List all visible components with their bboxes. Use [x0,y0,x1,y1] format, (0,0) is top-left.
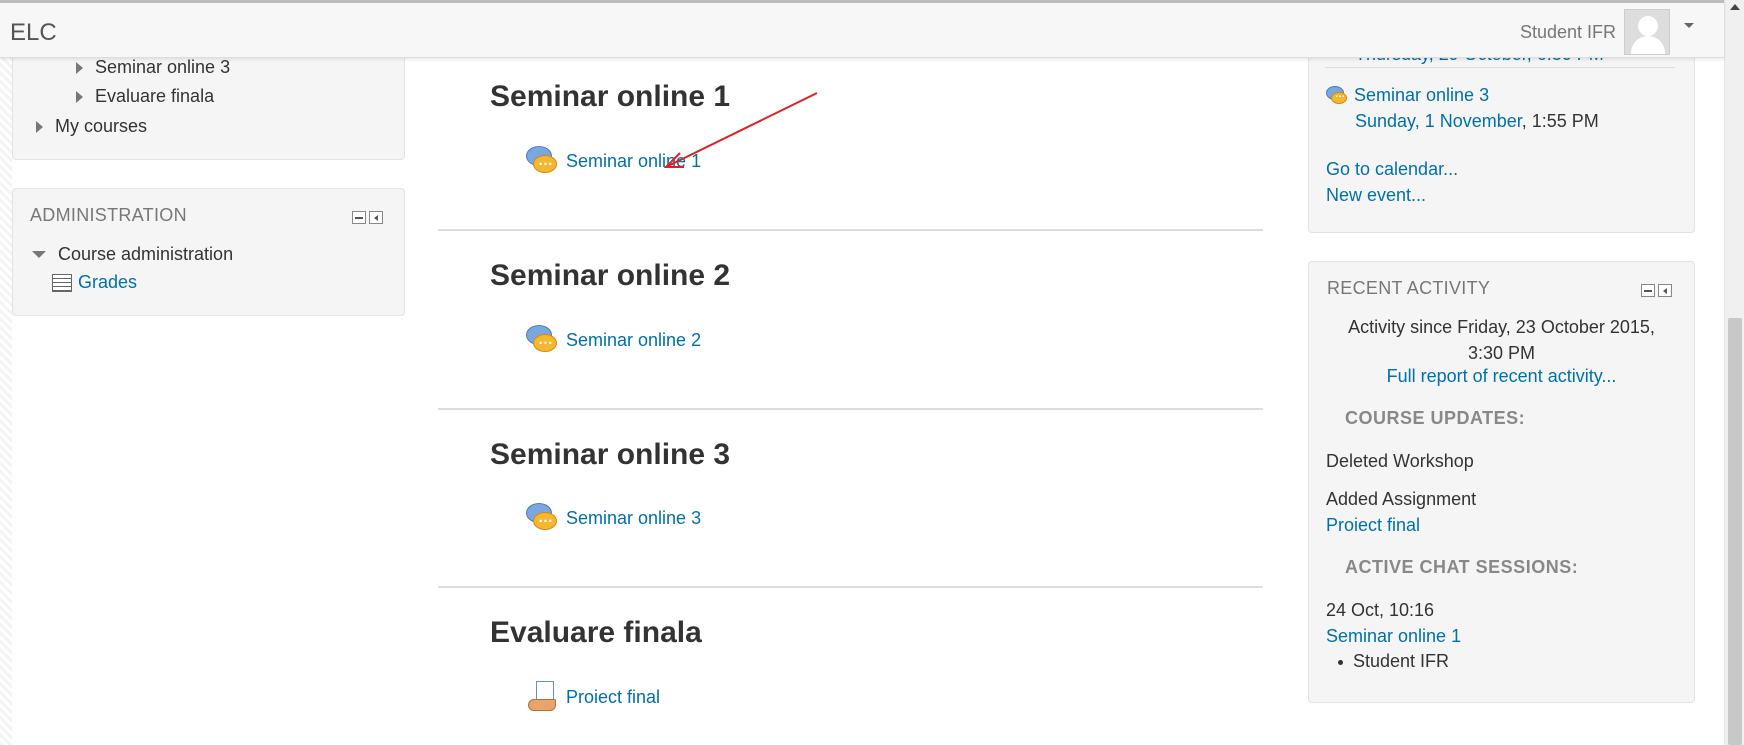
administration-block-controls [352,211,383,224]
section-divider [438,229,1263,231]
nav-item-my-courses[interactable]: My courses [36,116,147,137]
collapse-arrow-icon [32,251,46,258]
grades-link[interactable]: Grades [78,272,137,293]
activity-link[interactable]: Seminar online 2 [566,330,701,351]
section-divider [438,408,1263,410]
section-title: Evaluare finala [490,616,702,649]
upcoming-event-time: , 1:55 PM [1521,111,1599,131]
minimize-icon[interactable] [352,211,366,224]
section-title: Seminar online 2 [490,259,731,292]
chat-icon [526,503,558,533]
administration-title: ADMINISTRATION [30,205,187,225]
avatar[interactable] [1624,9,1670,55]
grades-icon [52,273,72,292]
top-navbar: ELC Student IFR [0,0,1724,58]
assignment-icon [526,681,558,713]
activity-link[interactable]: Proiect final [566,687,660,708]
activity-link[interactable]: Seminar online 3 [566,508,701,529]
scrollbar-thumb[interactable] [1728,318,1742,745]
expand-arrow-icon [36,120,43,133]
full-report-link[interactable]: Full report of recent activity... [1310,366,1693,387]
go-to-calendar-link[interactable]: Go to calendar... [1326,159,1458,180]
upcoming-event-date-link[interactable]: Sunday, 1 November [1355,111,1522,131]
chevron-down-icon[interactable] [1684,22,1694,28]
user-menu[interactable]: Student IFR [1520,9,1724,55]
bullet-icon [1338,659,1343,665]
chat-session-link[interactable]: Seminar online 1 [1326,626,1461,647]
user-name[interactable]: Student IFR [1520,22,1616,43]
active-chat-heading: ACTIVE CHAT SESSIONS: [1345,557,1579,577]
course-updates-heading: COURSE UPDATES: [1345,408,1526,428]
annotation-arrow [663,92,818,168]
activity-proiect-final[interactable]: Proiect final [526,681,660,713]
course-administration-label[interactable]: Course administration [58,244,233,265]
upcoming-event-title[interactable]: Seminar online 3 [1354,85,1489,106]
added-assignment-text: Added Assignment [1326,489,1477,509]
nav-item-label[interactable]: Seminar online 3 [95,57,230,78]
vertical-scrollbar[interactable] [1724,0,1744,745]
activity-seminar-online-3[interactable]: Seminar online 3 [526,503,701,533]
dock-icon[interactable] [1658,284,1672,297]
section-title: Seminar online 3 [490,438,731,471]
nav-item-label[interactable]: Evaluare finala [95,86,214,107]
nav-item-label[interactable]: My courses [55,116,147,137]
chat-user-name: Student IFR [1353,651,1450,671]
section-divider [438,586,1263,588]
deleted-workshop-text: Deleted Workshop [1326,451,1474,471]
added-assignment-link[interactable]: Proiect final [1326,515,1420,536]
site-brand[interactable]: ELC [10,19,57,47]
activity-since-line1: Activity since Friday, 23 October 2015, [1348,317,1655,337]
page-edge [0,0,12,745]
chat-icon [526,325,558,355]
dock-icon[interactable] [369,211,383,224]
expand-arrow-icon [76,90,83,103]
nav-item-evaluare-finala[interactable]: Evaluare finala [76,86,214,107]
new-event-link[interactable]: New event... [1326,185,1426,206]
activity-since-line2: 3:30 PM [1467,343,1536,363]
grades-item[interactable]: Grades [52,272,137,293]
recent-activity-title: RECENT ACTIVITY [1327,278,1491,298]
recent-activity-block-controls [1641,284,1672,297]
activity-since-text: Activity since Friday, 23 October 2015, … [1310,314,1693,366]
course-administration-item[interactable]: Course administration [32,244,233,265]
chat-icon [1326,85,1348,106]
nav-item-seminar-online-3[interactable]: Seminar online 3 [76,57,230,78]
chat-user-item: Student IFR [1338,651,1449,672]
chat-icon [526,146,558,176]
upcoming-event-item[interactable]: Seminar online 3 [1326,85,1489,106]
activity-seminar-online-2[interactable]: Seminar online 2 [526,325,701,355]
minimize-icon[interactable] [1641,284,1655,297]
chat-time-text: 24 Oct, 10:16 [1326,600,1435,620]
expand-arrow-icon [76,61,83,74]
scroll-up-arrow-icon[interactable] [1730,4,1740,10]
upcoming-event-datetime: Sunday, 1 November, 1:55 PM [1355,111,1599,132]
